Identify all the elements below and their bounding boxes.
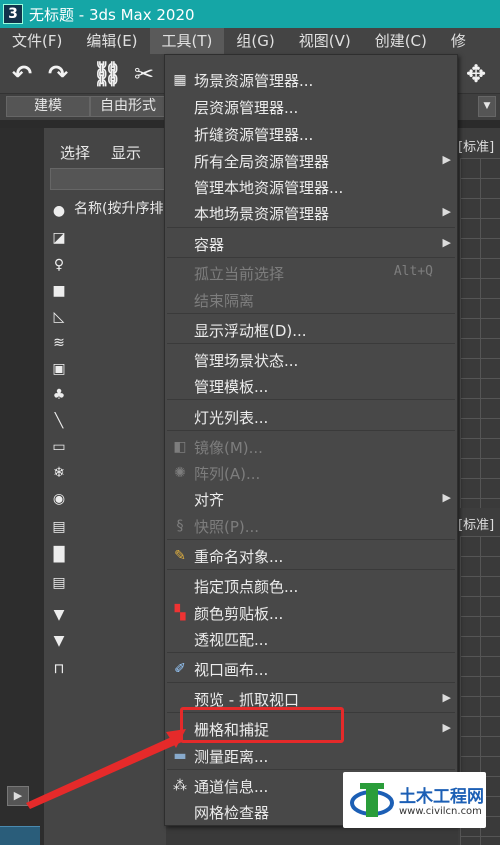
watermark: 土木工程网 www.civilcn.com [343, 772, 486, 828]
watermark-title: 土木工程网 [399, 787, 484, 807]
watermark-logo-icon [350, 783, 394, 817]
watermark-url: www.civilcn.com [399, 806, 482, 817]
annotation-arrow [26, 729, 186, 809]
